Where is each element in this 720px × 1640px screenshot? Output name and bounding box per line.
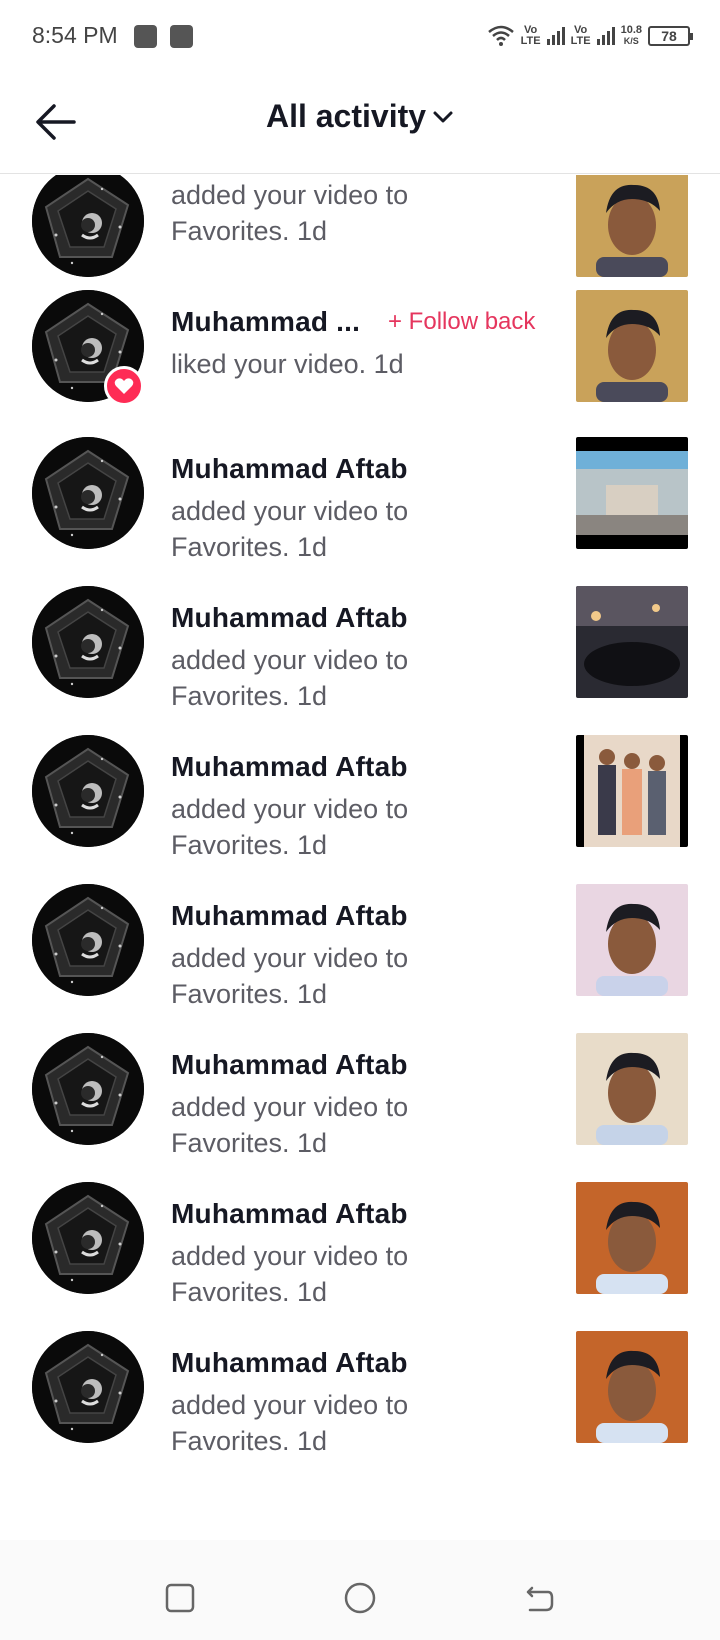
video-thumbnail[interactable] xyxy=(576,290,688,402)
status-icons: Vo LTE Vo LTE 10.8 K/S 78 xyxy=(487,20,693,52)
volte-icon: Vo LTE xyxy=(520,24,541,47)
notification-icon xyxy=(170,25,193,48)
video-thumbnail xyxy=(576,735,688,847)
avatar[interactable] xyxy=(32,586,144,698)
circle-icon[interactable] xyxy=(340,1578,380,1618)
activity-text: added your video to Favorites. 1d xyxy=(171,496,409,562)
video-thumbnail xyxy=(576,884,688,996)
video-thumbnail xyxy=(576,290,688,402)
system-nav-bar xyxy=(0,1540,720,1640)
activity-text: added your video to Favorites. 1d xyxy=(171,180,409,246)
activity-item[interactable]: Muhammad ... liked your video. 1d + Follow… xyxy=(0,290,720,440)
network-speed: 10.8 K/S xyxy=(621,25,642,47)
avatar[interactable] xyxy=(32,437,144,549)
video-thumbnail xyxy=(576,437,688,549)
activity-text: added your video to Favorites. 1d xyxy=(171,1092,409,1158)
user-name[interactable]: Muhammad Aftab xyxy=(171,1049,408,1081)
user-name[interactable]: Muhammad ... xyxy=(171,306,360,338)
avatar[interactable] xyxy=(32,175,144,277)
user-name[interactable]: Muhammad Aftab xyxy=(171,453,408,485)
avatar-image xyxy=(32,586,144,698)
activity-text: added your video to Favorites. 1d xyxy=(171,1241,409,1307)
activity-item[interactable]: Muhammad Aftab added your video to Favori… xyxy=(0,735,720,885)
signal-icon xyxy=(546,27,565,45)
activity-text: added your video to Favorites. 1d xyxy=(171,794,409,860)
video-thumbnail[interactable] xyxy=(576,586,688,698)
user-name[interactable]: Muhammad Aftab xyxy=(171,1347,408,1379)
avatar[interactable] xyxy=(32,884,144,996)
avatar[interactable] xyxy=(32,1331,144,1443)
avatar-image xyxy=(32,1182,144,1294)
follow-back-button[interactable]: + Follow back xyxy=(388,308,535,336)
video-thumbnail xyxy=(576,586,688,698)
video-thumbnail xyxy=(576,1182,688,1294)
avatar[interactable] xyxy=(32,1033,144,1145)
network-speed-unit: K/S xyxy=(623,36,639,46)
back-arrow-icon[interactable] xyxy=(520,1578,560,1618)
user-name[interactable]: Muhammad Aftab xyxy=(171,1198,408,1230)
avatar-image xyxy=(32,735,144,847)
video-thumbnail[interactable] xyxy=(576,884,688,996)
avatar-image xyxy=(32,1033,144,1145)
video-thumbnail xyxy=(576,175,688,277)
page-title: All activity xyxy=(265,98,427,134)
volte-icon: Vo LTE xyxy=(570,24,591,47)
avatar-image xyxy=(32,884,144,996)
avatar[interactable] xyxy=(32,1182,144,1294)
avatar-image xyxy=(32,1331,144,1443)
wifi-icon xyxy=(487,25,514,46)
user-name[interactable]: Muhammad Aftab xyxy=(171,602,408,634)
signal-icon xyxy=(596,27,615,45)
video-thumbnail[interactable] xyxy=(576,437,688,549)
battery-icon: 78 xyxy=(648,26,693,46)
avatar-image xyxy=(32,175,144,277)
title-dropdown[interactable]: All activity xyxy=(0,98,720,135)
avatar[interactable] xyxy=(32,735,144,847)
battery-level: 78 xyxy=(661,28,677,44)
activity-item[interactable]: Muhammad Aftab added your video to Favori… xyxy=(0,1033,720,1183)
video-thumbnail xyxy=(576,1331,688,1443)
activity-text: liked your video. 1d xyxy=(171,349,404,379)
activity-text: added your video to Favorites. 1d xyxy=(171,943,409,1009)
activity-text: added your video to Favorites. 1d xyxy=(171,645,409,711)
video-thumbnail[interactable] xyxy=(576,1331,688,1443)
header: All activity xyxy=(0,72,720,174)
activity-list: added your video to Favorites. 1d Muhamma… xyxy=(0,175,720,1520)
status-bar: 8:54 PM Vo LTE Vo LTE 10.8 K/S 78 xyxy=(0,0,720,72)
video-thumbnail[interactable] xyxy=(576,735,688,847)
video-thumbnail[interactable] xyxy=(576,175,688,277)
user-name[interactable]: Muhammad Aftab xyxy=(171,751,408,783)
status-time: 8:54 PM xyxy=(32,22,118,48)
activity-screen: 8:54 PM Vo LTE Vo LTE 10.8 K/S 78 All ac… xyxy=(0,0,720,1640)
video-thumbnail[interactable] xyxy=(576,1182,688,1294)
activity-item[interactable]: Muhammad Aftab added your video to Favori… xyxy=(0,437,720,587)
activity-text: added your video to Favorites. 1d xyxy=(171,1390,409,1456)
notification-icon xyxy=(134,25,157,48)
heart-icon xyxy=(104,366,144,406)
network-speed-value: 10.8 xyxy=(620,24,642,36)
avatar-image xyxy=(32,437,144,549)
video-thumbnail xyxy=(576,1033,688,1145)
user-name[interactable]: Muhammad Aftab xyxy=(171,900,408,932)
square-icon[interactable] xyxy=(160,1578,200,1618)
activity-item[interactable]: Muhammad Aftab added your video to Favori… xyxy=(0,586,720,736)
chevron-down-icon xyxy=(433,111,453,122)
activity-item[interactable]: Muhammad Aftab added your video to Favori… xyxy=(0,884,720,1034)
activity-item[interactable]: Muhammad Aftab added your video to Favori… xyxy=(0,1331,720,1481)
video-thumbnail[interactable] xyxy=(576,1033,688,1145)
activity-item[interactable]: Muhammad Aftab added your video to Favori… xyxy=(0,1182,720,1332)
